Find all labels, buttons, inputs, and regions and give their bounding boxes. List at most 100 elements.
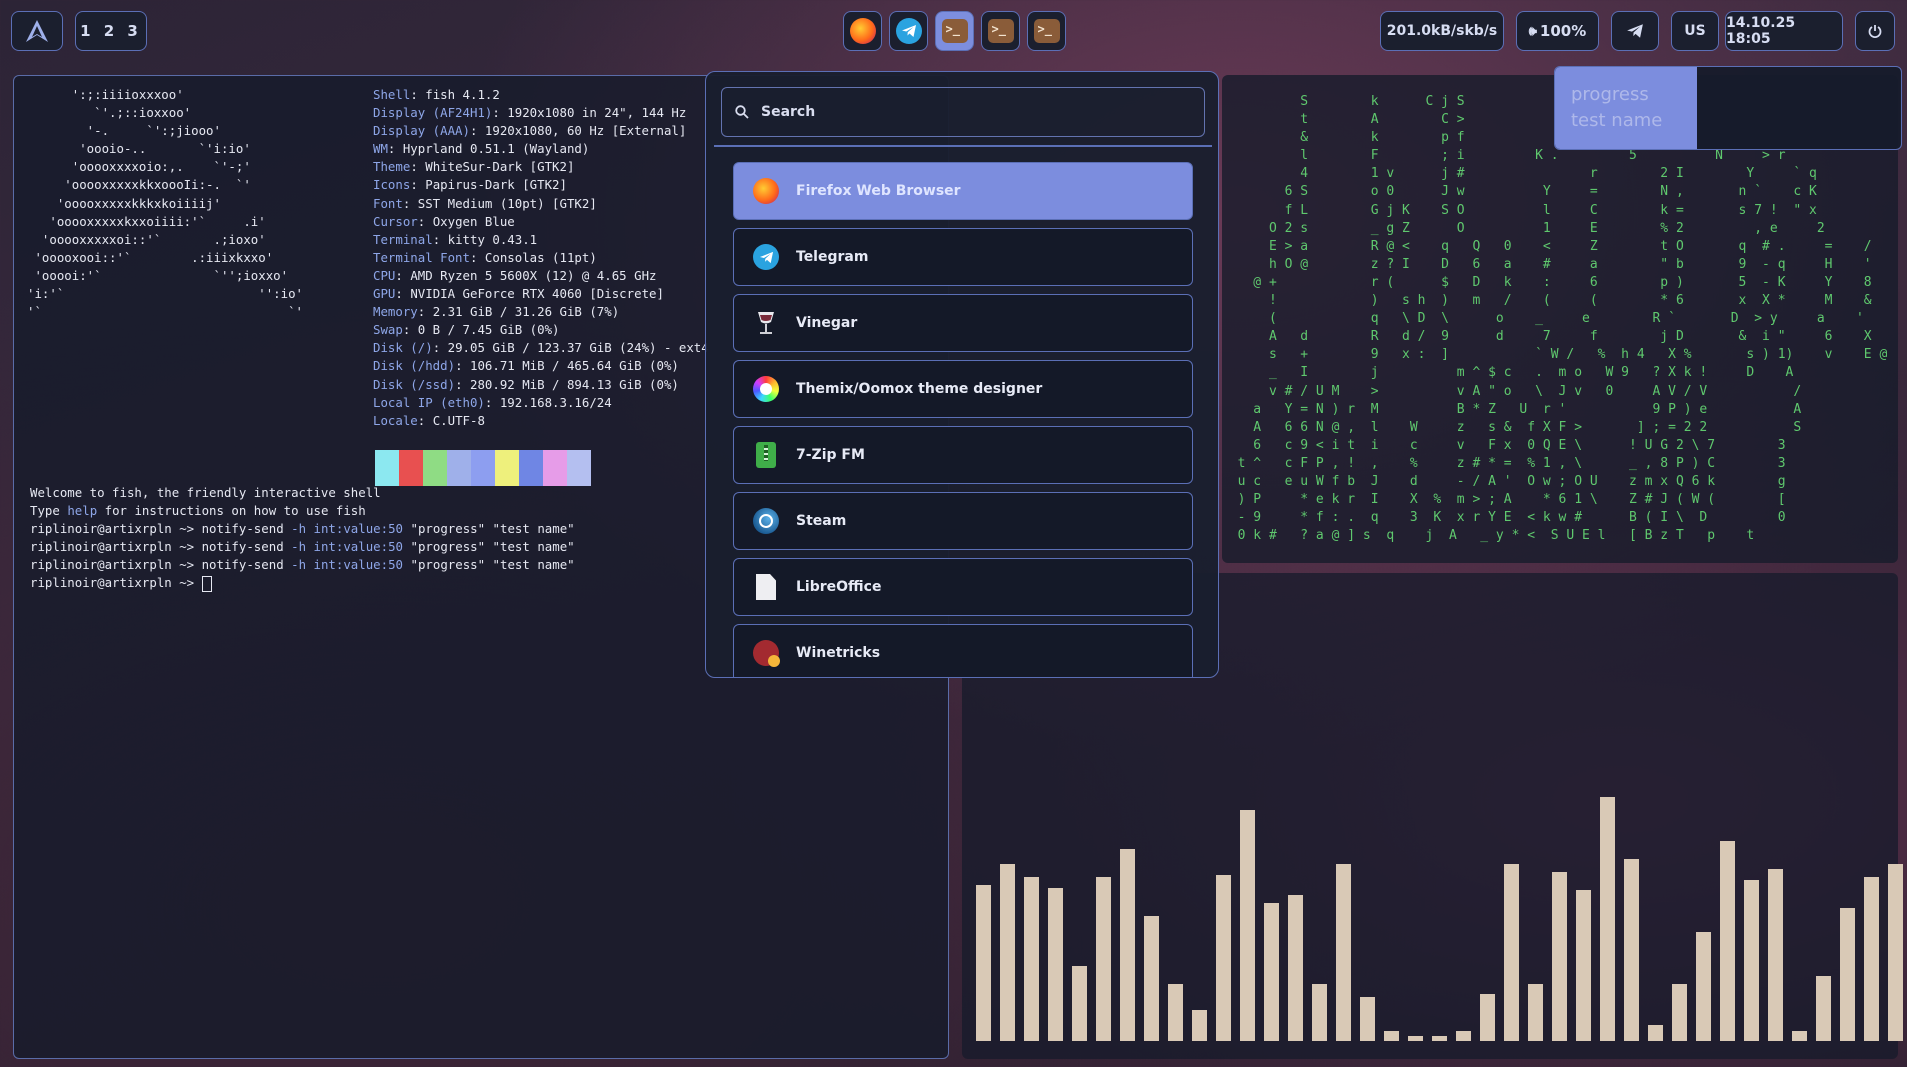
archive-icon [752, 441, 780, 469]
telegram-tray-button[interactable] [1611, 11, 1659, 51]
welcome-line: Welcome to fish, the friendly interactiv… [30, 485, 381, 500]
sysinfo-key: CPU [373, 267, 396, 283]
launcher-item-label: LibreOffice [796, 579, 882, 595]
visualizer-bar [1816, 976, 1831, 1041]
wine-icon [752, 639, 780, 667]
notification-popup[interactable]: progress test name [1554, 66, 1902, 150]
artix-logo-button[interactable] [11, 11, 63, 51]
sysinfo-line: Font: SST Medium (10pt) [GTK2] [373, 195, 597, 211]
sysinfo-value: 192.168.3.16/24 [499, 394, 612, 410]
launcher-item-vinegar[interactable]: Vinegar [733, 294, 1193, 352]
volume-value: 100% [1539, 22, 1587, 40]
sysinfo-value: 2.31 GiB / 31.26 GiB (7%) [432, 304, 620, 320]
color-swatch [471, 450, 495, 486]
sysinfo-value: NVIDIA GeForce RTX 4060 [Discrete] [410, 286, 664, 302]
telegram-tray-icon [1627, 24, 1643, 38]
sysinfo-key: Memory [373, 304, 418, 320]
shell-output[interactable]: Welcome to fish, the friendly interactiv… [30, 484, 575, 593]
visualizer-bar [1336, 864, 1351, 1041]
visualizer-bar [1696, 932, 1711, 1041]
sysinfo-key: Shell [373, 87, 411, 102]
telegram-icon [752, 243, 780, 271]
visualizer-bar [1000, 864, 1015, 1041]
visualizer-bar [1768, 869, 1783, 1041]
keyboard-layout[interactable]: US [1671, 11, 1719, 51]
visualizer-bar [1552, 872, 1567, 1041]
color-swatch [375, 450, 399, 486]
visualizer-bar [1024, 877, 1039, 1041]
launcher-item-telegram[interactable]: Telegram [733, 228, 1193, 286]
visualizer-bar [1528, 984, 1543, 1041]
visualizer-bar [1504, 864, 1519, 1041]
sysinfo-value: Papirus-Dark [GTK2] [425, 177, 567, 193]
sysinfo-key: Terminal Font [373, 249, 470, 265]
sysinfo-line: Theme: WhiteSur-Dark [GTK2] [373, 159, 575, 175]
visualizer-bar [1456, 1031, 1471, 1041]
visualizer-bar [1264, 903, 1279, 1041]
terminal-icon [1033, 19, 1060, 43]
visualizer-bar [1384, 1031, 1399, 1041]
text-cursor [201, 575, 212, 592]
power-button[interactable] [1855, 11, 1895, 51]
workspace-switcher[interactable]: 1 2 3 [75, 11, 147, 51]
sysinfo-value: 280.92 MiB / 894.13 GiB (0%) [469, 376, 679, 392]
artix-logo-icon [26, 20, 48, 42]
sysinfo-key: WM [373, 141, 388, 157]
launcher-item-label: Themix/Oomox theme designer [796, 381, 1043, 397]
sysinfo-line: Memory: 2.31 GiB / 31.26 GiB (7%) [373, 304, 620, 320]
launcher-item-steam[interactable]: Steam [733, 492, 1193, 550]
terminal-icon [987, 19, 1014, 43]
visualizer-bar [1240, 810, 1255, 1041]
visualizer-bar [1792, 1031, 1807, 1041]
prompt-line[interactable]: riplinoir@artixrpln ~> [30, 575, 212, 592]
clock[interactable]: 14.10.25 18:05 [1725, 11, 1843, 51]
taskbar-terminal-active[interactable] [935, 11, 974, 51]
launcher-item-winetricks[interactable]: Winetricks [733, 624, 1193, 677]
sysinfo-line: Display (AAA): 1920x1080, 60 Hz [Externa… [373, 123, 687, 139]
launcher-item-themix[interactable]: Themix/Oomox theme designer [733, 360, 1193, 418]
sysinfo-value: fish 4.1.2 [425, 87, 500, 102]
sysinfo-line: Display (AF24H1): 1920x1080 in 24", 144 … [373, 105, 687, 121]
sysinfo-line: Shell: fish 4.1.2 [373, 87, 500, 102]
sysinfo-line: GPU: NVIDIA GeForce RTX 4060 [Discrete] [373, 286, 664, 302]
taskbar-terminal[interactable] [981, 11, 1020, 51]
taskbar-telegram[interactable] [889, 11, 928, 51]
color-swatch [423, 450, 447, 486]
launcher-item-7zip[interactable]: 7-Zip FM [733, 426, 1193, 484]
visualizer-bar [1312, 984, 1327, 1041]
visualizer-bar [1096, 877, 1111, 1041]
volume-indicator[interactable]: 🕪 100% [1516, 11, 1599, 51]
visualizer-bar [1648, 1025, 1663, 1041]
launcher-item-label: Winetricks [796, 645, 881, 661]
taskbar-terminal[interactable] [1027, 11, 1066, 51]
command-line: riplinoir@artixrpln ~> notify-send -h in… [30, 521, 575, 537]
sysinfo-value: C.UTF-8 [432, 412, 485, 428]
matrix-rain: S k C j S t A C > & k p f l F ; i K . 5 … [1237, 94, 1888, 544]
sysinfo-line: Locale: C.UTF-8 [373, 412, 485, 428]
sysinfo-line: Terminal: kitty 0.43.1 [373, 231, 538, 247]
sysinfo-value: Oxygen Blue [432, 213, 515, 229]
visualizer-bar [1072, 966, 1087, 1041]
notification-title: progress [1571, 84, 1649, 105]
color-swatch [399, 450, 423, 486]
app-launcher: Firefox Web Browser Telegram Vinegar The… [705, 71, 1219, 678]
sysinfo-key: Locale [373, 412, 418, 428]
visualizer-bar [1288, 895, 1303, 1041]
terminal-icon [941, 19, 968, 43]
search-icon [735, 105, 749, 119]
search-input[interactable] [759, 103, 1183, 121]
sysinfo-value: kitty 0.43.1 [447, 231, 538, 247]
sysinfo-value: AMD Ryzen 5 5600X (12) @ 4.65 GHz [410, 267, 657, 283]
search-box[interactable] [721, 87, 1205, 137]
visualizer-bar [1168, 984, 1183, 1041]
visualizer-bar [1624, 859, 1639, 1041]
visualizer-bar [976, 885, 991, 1041]
launcher-item-libreoffice[interactable]: LibreOffice [733, 558, 1193, 616]
sysinfo-key: Cursor [373, 213, 418, 229]
launcher-item-firefox[interactable]: Firefox Web Browser [733, 162, 1193, 220]
steam-icon [752, 507, 780, 535]
sysinfo-key: Terminal [373, 231, 433, 247]
notification-progress-fill [1555, 67, 1697, 149]
taskbar-firefox[interactable] [843, 11, 882, 51]
sysinfo-line: Disk (/hdd): 106.71 MiB / 465.64 GiB (0%… [373, 358, 679, 374]
